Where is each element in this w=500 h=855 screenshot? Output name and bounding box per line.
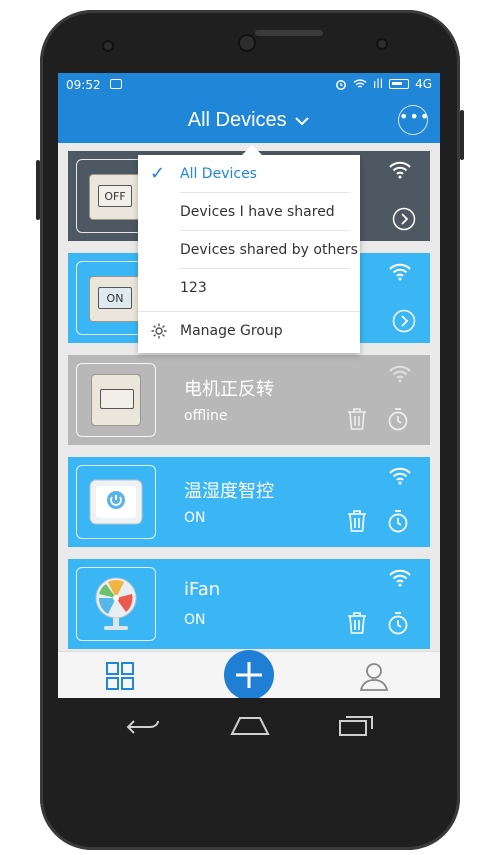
switch-image: ON bbox=[89, 276, 141, 322]
status-icons: ıll 4G bbox=[335, 77, 432, 91]
device-status: ON bbox=[184, 612, 206, 628]
fan-image bbox=[95, 577, 137, 630]
volume-button bbox=[36, 160, 40, 220]
device-name: iFan bbox=[184, 579, 221, 600]
switch-image bbox=[91, 374, 141, 426]
page-title: All Devices bbox=[187, 109, 287, 131]
check-icon: ✓ bbox=[150, 163, 166, 184]
sensor-dot-right bbox=[376, 38, 388, 50]
wifi-icon bbox=[389, 161, 411, 179]
back-icon[interactable] bbox=[124, 715, 164, 739]
signal-icon: ıll bbox=[373, 77, 384, 91]
menu-item-all-devices[interactable]: ✓ All Devices bbox=[138, 155, 360, 193]
group-dropdown-menu: ✓ All Devices Devices I have shared Devi… bbox=[138, 145, 360, 353]
menu-item-devices-shared-by-others[interactable]: Devices shared by others bbox=[138, 231, 360, 269]
device-card-3[interactable]: 电机正反转 offline bbox=[68, 355, 430, 445]
device-card-5[interactable]: iFan ON bbox=[68, 559, 430, 649]
chevron-right-icon[interactable] bbox=[392, 207, 416, 231]
wifi-icon bbox=[353, 79, 367, 88]
add-device-button[interactable] bbox=[224, 650, 274, 698]
more-button[interactable]: ••• bbox=[398, 105, 429, 135]
bottom-navigation bbox=[58, 650, 440, 698]
user-icon[interactable] bbox=[358, 660, 390, 692]
wifi-icon bbox=[389, 263, 411, 281]
wifi-icon bbox=[389, 365, 411, 383]
front-camera bbox=[238, 34, 256, 52]
device-card-4[interactable]: 温湿度智控 ON bbox=[68, 457, 430, 547]
image-icon bbox=[110, 79, 122, 89]
trash-icon[interactable] bbox=[346, 407, 368, 431]
power-button bbox=[460, 110, 464, 160]
chevron-down-icon bbox=[295, 117, 309, 126]
grid-icon[interactable] bbox=[105, 661, 135, 691]
trash-icon[interactable] bbox=[346, 509, 368, 533]
chevron-right-icon[interactable] bbox=[392, 309, 416, 333]
device-name: 温湿度智控 bbox=[184, 481, 274, 502]
earpiece-speaker bbox=[255, 30, 323, 36]
thermostat-image bbox=[89, 479, 143, 525]
device-thumbnail bbox=[76, 363, 156, 437]
status-time: 09:52 bbox=[66, 78, 101, 92]
app-header: All Devices ••• bbox=[58, 97, 440, 143]
android-nav-bar bbox=[58, 698, 440, 756]
gear-icon bbox=[151, 323, 167, 339]
device-status: offline bbox=[184, 408, 228, 424]
menu-item-group-123[interactable]: 123 bbox=[138, 269, 360, 307]
switch-image: OFF bbox=[89, 174, 141, 220]
battery-icon bbox=[389, 79, 410, 89]
timer-icon[interactable] bbox=[386, 509, 410, 533]
sensor-dot bbox=[102, 40, 114, 52]
wifi-icon bbox=[389, 569, 411, 587]
home-icon[interactable] bbox=[228, 714, 272, 738]
timer-icon[interactable] bbox=[386, 611, 410, 635]
recents-icon[interactable] bbox=[336, 713, 376, 739]
trash-icon[interactable] bbox=[346, 611, 368, 635]
group-selector[interactable]: All Devices bbox=[58, 109, 440, 132]
timer-icon[interactable] bbox=[386, 407, 410, 431]
status-bar: 09:52 ıll 4G bbox=[58, 73, 440, 97]
menu-item-devices-i-shared[interactable]: Devices I have shared bbox=[138, 193, 360, 231]
plus-icon bbox=[236, 662, 262, 688]
network-label: 4G bbox=[415, 77, 432, 91]
device-status: ON bbox=[184, 510, 206, 526]
wifi-icon bbox=[389, 467, 411, 485]
alarm-icon bbox=[336, 80, 346, 90]
device-thumbnail bbox=[76, 567, 156, 641]
device-name: 电机正反转 bbox=[184, 379, 274, 400]
menu-item-manage-group[interactable]: Manage Group bbox=[138, 311, 360, 350]
app-screen: 09:52 ıll 4G All Devices ••• OFF ON 电机正反… bbox=[58, 73, 440, 698]
device-thumbnail bbox=[76, 465, 156, 539]
